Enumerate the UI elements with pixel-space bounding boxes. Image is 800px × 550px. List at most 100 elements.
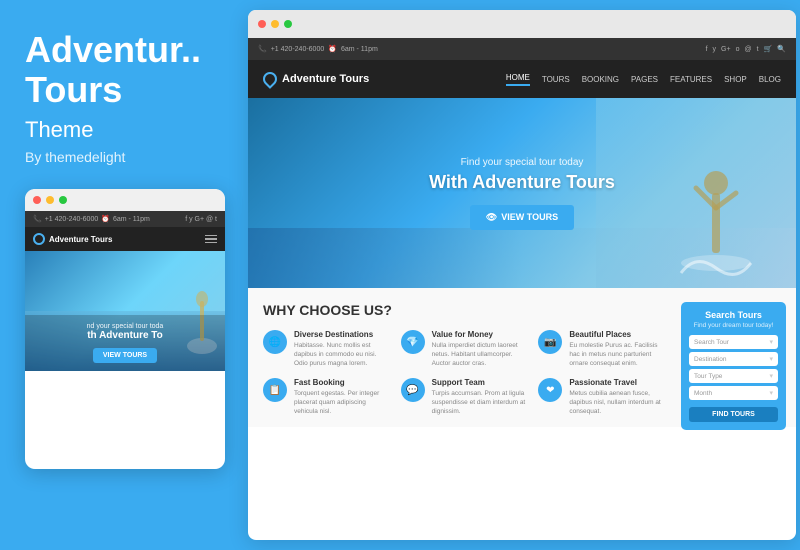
mobile-hero-title: th Adventure To xyxy=(33,330,217,342)
hamburger-line xyxy=(205,238,217,240)
value-money-text: Value for Money Nulla imperdiet dictum l… xyxy=(432,330,529,368)
month-field[interactable]: Month ▾ xyxy=(689,386,778,400)
feature-title: Diverse Destinations xyxy=(294,330,391,339)
clock-icon: ⏰ xyxy=(101,215,110,223)
diverse-destinations-icon: 🌐 xyxy=(263,330,287,354)
chevron-down-icon: ▾ xyxy=(769,338,773,346)
nav-blog[interactable]: BLOG xyxy=(759,75,781,84)
desktop-logo-text: Adventure Tours xyxy=(282,73,369,85)
nav-pages[interactable]: PAGES xyxy=(631,75,658,84)
value-money-icon: 💎 xyxy=(401,330,425,354)
feature-desc: Metus cubilia aenean fusce, dapibus nisl… xyxy=(569,389,666,416)
beautiful-places-icon: 📷 xyxy=(538,330,562,354)
social-gplus: G+ xyxy=(721,46,731,53)
feature-desc: Eu molestie Purus ac. Facilisis hac in m… xyxy=(569,341,666,368)
hero-title: With Adventure Tours xyxy=(429,172,615,193)
mobile-logo-area: Adventure Tours xyxy=(33,233,112,245)
feature-desc: Turpis accumsan. Prom at ligula suspendi… xyxy=(432,389,529,416)
find-tours-button[interactable]: FIND TOURS xyxy=(689,407,778,422)
desktop-top-bar: 📞 +1 420-240-6000 ⏰ 6am - 11pm f y G+ o … xyxy=(248,38,796,60)
social-t: t xyxy=(757,46,759,53)
feature-value-money: 💎 Value for Money Nulla imperdiet dictum… xyxy=(401,330,529,368)
fast-booking-icon: 📋 xyxy=(263,378,287,402)
app-title: Adventur.. Tours xyxy=(25,30,201,109)
fast-booking-text: Fast Booking Torquent egestas. Per integ… xyxy=(294,378,391,416)
desktop-hours: 6am - 11pm xyxy=(341,46,378,53)
search-tour-placeholder: Search Tour xyxy=(694,339,729,346)
browser-dot-red xyxy=(258,20,266,28)
nav-home[interactable]: HOME xyxy=(506,73,530,86)
desktop-mockup: 📞 +1 420-240-6000 ⏰ 6am - 11pm f y G+ o … xyxy=(248,10,796,540)
mobile-hero: nd your special tour toda th Adventure T… xyxy=(25,251,225,371)
hamburger-line xyxy=(205,242,217,244)
nav-booking[interactable]: BOOKING xyxy=(582,75,619,84)
hamburger-menu[interactable] xyxy=(205,235,217,244)
nav-tours[interactable]: TOURS xyxy=(542,75,570,84)
feature-title: Value for Money xyxy=(432,330,529,339)
hero-btn-label: VIEW TOURS xyxy=(501,212,558,222)
mobile-phone: +1 420-240-6000 xyxy=(45,216,99,223)
mobile-top-bar-right: f y G+ @ t xyxy=(185,216,217,223)
nav-shop[interactable]: SHOP xyxy=(724,75,747,84)
mobile-top-bar-left: 📞 +1 420-240-6000 ⏰ 6am - 11pm xyxy=(33,215,150,223)
feature-title: Fast Booking xyxy=(294,378,391,387)
mobile-view-tours-button[interactable]: VIEW TOURS xyxy=(93,348,157,363)
mobile-top-bar: 📞 +1 420-240-6000 ⏰ 6am - 11pm f y G+ @ … xyxy=(25,211,225,227)
feature-beautiful-places: 📷 Beautiful Places Eu molestie Purus ac.… xyxy=(538,330,666,368)
mobile-nav: Adventure Tours xyxy=(25,227,225,251)
why-section: WHY CHOOSE US? 🌐 Diverse Destinations Ha… xyxy=(248,288,796,427)
clock-icon: ⏰ xyxy=(328,45,337,53)
mobile-logo-icon xyxy=(33,233,45,245)
mobile-mockup: 📞 +1 420-240-6000 ⏰ 6am - 11pm f y G+ @ … xyxy=(25,189,225,469)
feature-support-team: 💬 Support Team Turpis accumsan. Prom at … xyxy=(401,378,529,416)
social-o: o xyxy=(736,46,740,53)
eye-icon: 👁 xyxy=(486,212,497,223)
month-placeholder: Month xyxy=(694,390,712,397)
tour-type-placeholder: Tour Type xyxy=(694,373,722,380)
desktop-logo: Adventure Tours xyxy=(263,72,369,86)
passionate-travel-icon: ❤ xyxy=(538,378,562,402)
mobile-logo-text: Adventure Tours xyxy=(49,235,112,244)
feature-desc: Habitasse. Nunc mollis est dapibus in co… xyxy=(294,341,391,368)
desktop-hero: Find your special tour today With Advent… xyxy=(248,98,796,288)
feature-title: Support Team xyxy=(432,378,529,387)
diverse-destinations-text: Diverse Destinations Habitasse. Nunc mol… xyxy=(294,330,391,368)
feature-title: Beautiful Places xyxy=(569,330,666,339)
search-tour-field[interactable]: Search Tour ▾ xyxy=(689,335,778,349)
feature-desc: Nulla imperdiet dictum laoreet netus. Ha… xyxy=(432,341,529,368)
desktop-top-bar-right: f y G+ o @ t 🛒 🔍 xyxy=(706,45,786,53)
social-f: f xyxy=(706,46,708,53)
search-icon: 🔍 xyxy=(777,45,786,53)
destination-placeholder: Destination xyxy=(694,356,727,363)
mobile-hero-overlay: nd your special tour toda th Adventure T… xyxy=(25,315,225,371)
mobile-dots-bar xyxy=(25,189,225,211)
support-team-icon: 💬 xyxy=(401,378,425,402)
destination-field[interactable]: Destination ▾ xyxy=(689,352,778,366)
social-icons: f y G+ @ t xyxy=(185,216,217,223)
feature-diverse-destinations: 🌐 Diverse Destinations Habitasse. Nunc m… xyxy=(263,330,391,368)
passionate-travel-text: Passionate Travel Metus cubilia aenean f… xyxy=(569,378,666,416)
chevron-down-icon: ▾ xyxy=(769,355,773,363)
hero-subtitle: Find your special tour today xyxy=(429,157,615,168)
nav-features[interactable]: FEATURES xyxy=(670,75,712,84)
surfer-graphic xyxy=(676,113,756,288)
phone-icon: 📞 xyxy=(33,215,42,223)
app-subtitle: Theme xyxy=(25,117,93,143)
search-panel-subtitle: Find your dream tour today! xyxy=(689,322,778,329)
feature-passionate-travel: ❤ Passionate Travel Metus cubilia aenean… xyxy=(538,378,666,416)
features-grid: 🌐 Diverse Destinations Habitasse. Nunc m… xyxy=(263,330,666,417)
support-team-text: Support Team Turpis accumsan. Prom at li… xyxy=(432,378,529,416)
phone-icon: 📞 xyxy=(258,45,267,53)
search-tours-panel: Search Tours Find your dream tour today!… xyxy=(681,302,786,430)
desktop-nav-links: HOME TOURS BOOKING PAGES FEATURES SHOP B… xyxy=(506,73,781,86)
tour-type-field[interactable]: Tour Type ▾ xyxy=(689,369,778,383)
cart-icon: 🛒 xyxy=(764,45,773,53)
chevron-down-icon: ▾ xyxy=(769,389,773,397)
hero-view-tours-button[interactable]: 👁 VIEW TOURS xyxy=(470,205,574,230)
feature-fast-booking: 📋 Fast Booking Torquent egestas. Per int… xyxy=(263,378,391,416)
social-y: y xyxy=(713,46,717,53)
left-panel: Adventur.. Tours Theme By themedelight 📞… xyxy=(0,0,248,550)
beautiful-places-text: Beautiful Places Eu molestie Purus ac. F… xyxy=(569,330,666,368)
mobile-hours: 6am - 11pm xyxy=(113,216,150,223)
feature-desc: Torquent egestas. Per integer placerat q… xyxy=(294,389,391,416)
